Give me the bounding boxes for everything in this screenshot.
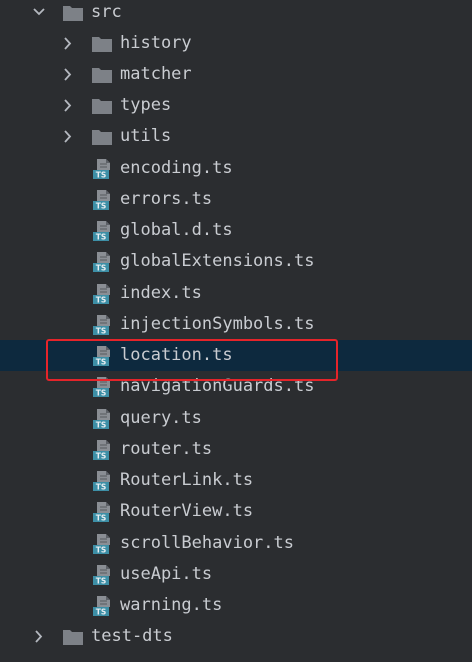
- chevron-right-icon[interactable]: [61, 28, 75, 59]
- svg-text:TS: TS: [96, 483, 107, 492]
- svg-text:TS: TS: [96, 171, 107, 180]
- svg-text:TS: TS: [96, 202, 107, 211]
- svg-text:TS: TS: [96, 264, 107, 273]
- tree-item-label: useApi.ts: [120, 564, 213, 584]
- svg-text:TS: TS: [96, 358, 107, 367]
- tree-file-global-d[interactable]: TS global.d.ts: [0, 215, 472, 246]
- tree-file-scroll-behavior[interactable]: TS scrollBehavior.ts: [0, 528, 472, 559]
- folder-icon: [91, 66, 113, 84]
- tree-item-label: errors.ts: [120, 189, 213, 209]
- tree-folder-matcher[interactable]: matcher: [0, 59, 472, 90]
- tree-item-label: test-dts: [91, 626, 173, 646]
- folder-icon: [91, 35, 113, 53]
- tree-file-encoding[interactable]: TS encoding.ts: [0, 153, 472, 184]
- tree-item-label: src: [91, 2, 122, 22]
- svg-text:TS: TS: [96, 233, 107, 242]
- tree-file-use-api[interactable]: TS useApi.ts: [0, 559, 472, 590]
- tree-item-label: navigationGuards.ts: [120, 376, 315, 396]
- tree-folder-types[interactable]: types: [0, 90, 472, 121]
- tree-file-router[interactable]: TS router.ts: [0, 434, 472, 465]
- tree-item-label: utils: [120, 126, 172, 146]
- svg-text:TS: TS: [96, 327, 107, 336]
- typescript-file-icon: TS: [91, 470, 113, 492]
- typescript-file-icon: TS: [91, 345, 113, 367]
- chevron-right-icon[interactable]: [61, 121, 75, 152]
- chevron-right-icon[interactable]: [61, 90, 75, 121]
- typescript-file-icon: TS: [91, 439, 113, 461]
- typescript-file-icon: TS: [91, 283, 113, 305]
- typescript-file-icon: TS: [91, 251, 113, 273]
- tree-file-navigation-guards[interactable]: TS navigationGuards.ts: [0, 371, 472, 402]
- tree-item-label: warning.ts: [120, 595, 223, 615]
- tree-file-router-link[interactable]: TS RouterLink.ts: [0, 465, 472, 496]
- typescript-file-icon: TS: [91, 501, 113, 523]
- typescript-file-icon: TS: [91, 595, 113, 617]
- folder-icon: [62, 628, 84, 646]
- typescript-file-icon: TS: [91, 408, 113, 430]
- tree-item-label: types: [120, 95, 172, 115]
- tree-item-label: location.ts: [120, 345, 233, 365]
- tree-item-label: encoding.ts: [120, 158, 233, 178]
- tree-item-label: RouterLink.ts: [120, 470, 254, 490]
- tree-file-global-extensions[interactable]: TS globalExtensions.ts: [0, 246, 472, 277]
- tree-item-label: global.d.ts: [120, 220, 233, 240]
- typescript-file-icon: TS: [91, 564, 113, 586]
- tree-item-label: scrollBehavior.ts: [120, 533, 294, 553]
- chevron-down-icon[interactable]: [32, 0, 46, 28]
- svg-text:TS: TS: [96, 577, 107, 586]
- tree-file-router-view[interactable]: TS RouterView.ts: [0, 496, 472, 527]
- tree-item-label: query.ts: [120, 408, 202, 428]
- chevron-right-icon[interactable]: [32, 621, 46, 652]
- svg-text:TS: TS: [96, 389, 107, 398]
- tree-item-label: RouterView.ts: [120, 501, 254, 521]
- svg-text:TS: TS: [96, 546, 107, 555]
- tree-file-warning[interactable]: TS warning.ts: [0, 590, 472, 621]
- folder-icon: [91, 128, 113, 146]
- typescript-file-icon: TS: [91, 376, 113, 398]
- svg-text:TS: TS: [96, 421, 107, 430]
- tree-item-label: index.ts: [120, 283, 202, 303]
- tree-folder-utils[interactable]: utils: [0, 121, 472, 152]
- tree-folder-test-dts[interactable]: test-dts: [0, 621, 472, 652]
- tree-file-injection-symbols[interactable]: TS injectionSymbols.ts: [0, 309, 472, 340]
- svg-text:TS: TS: [96, 296, 107, 305]
- tree-item-label: globalExtensions.ts: [120, 251, 315, 271]
- tree-file-index[interactable]: TS index.ts: [0, 278, 472, 309]
- folder-icon: [62, 4, 84, 22]
- svg-text:TS: TS: [96, 452, 107, 461]
- tree-file-location-selected[interactable]: TS location.ts: [0, 340, 472, 371]
- project-file-tree: src history matcher types utils TS encod…: [0, 0, 472, 662]
- typescript-file-icon: TS: [91, 158, 113, 180]
- tree-item-label: injectionSymbols.ts: [120, 314, 315, 334]
- svg-text:TS: TS: [96, 514, 107, 523]
- tree-item-label: matcher: [120, 64, 192, 84]
- typescript-file-icon: TS: [91, 189, 113, 211]
- tree-file-query[interactable]: TS query.ts: [0, 403, 472, 434]
- typescript-file-icon: TS: [91, 220, 113, 242]
- svg-text:TS: TS: [96, 608, 107, 617]
- chevron-right-icon[interactable]: [61, 59, 75, 90]
- typescript-file-icon: TS: [91, 314, 113, 336]
- tree-item-label: router.ts: [120, 439, 213, 459]
- tree-folder-history[interactable]: history: [0, 28, 472, 59]
- tree-file-errors[interactable]: TS errors.ts: [0, 184, 472, 215]
- tree-item-label: history: [120, 33, 192, 53]
- typescript-file-icon: TS: [91, 533, 113, 555]
- tree-folder-src[interactable]: src: [0, 0, 472, 28]
- folder-icon: [91, 97, 113, 115]
